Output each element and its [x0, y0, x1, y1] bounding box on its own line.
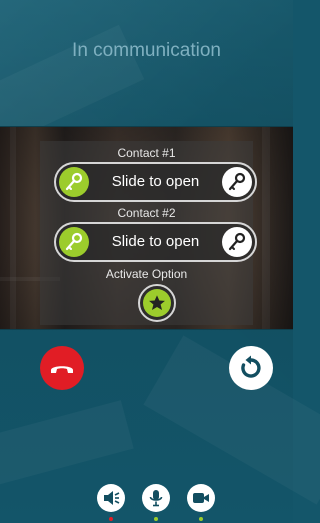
bg-facet	[0, 400, 134, 490]
microphone-status-dot	[154, 517, 158, 521]
speaker-button[interactable]	[97, 484, 125, 512]
star-button-inner	[143, 289, 171, 317]
key-target	[222, 227, 252, 257]
camera-button[interactable]	[187, 484, 215, 512]
key-icon	[228, 172, 246, 191]
page-title: In communication	[72, 40, 221, 61]
phone-hangup-icon	[51, 366, 73, 373]
redial-button[interactable]	[229, 346, 273, 390]
activate-option-label: Activate Option	[105, 267, 188, 281]
star-icon	[149, 295, 165, 311]
rotate-icon	[241, 355, 261, 378]
video-camera-icon	[193, 493, 209, 503]
contact-1-slider[interactable]: Slide to open	[54, 162, 257, 202]
contact-2-slider[interactable]: Slide to open	[54, 222, 257, 262]
hang-up-button[interactable]	[40, 346, 84, 390]
contact-1-label: Contact #1	[117, 146, 176, 160]
activate-option-button[interactable]	[138, 284, 176, 322]
microphone-button[interactable]	[142, 484, 170, 512]
speaker-status-dot	[109, 517, 113, 521]
microphone-icon	[149, 490, 163, 507]
camera-status-dot	[199, 517, 203, 521]
contact-2-label: Contact #2	[117, 206, 176, 220]
key-icon	[228, 232, 246, 251]
speaker-mute-icon	[104, 491, 120, 505]
key-target	[222, 167, 252, 197]
